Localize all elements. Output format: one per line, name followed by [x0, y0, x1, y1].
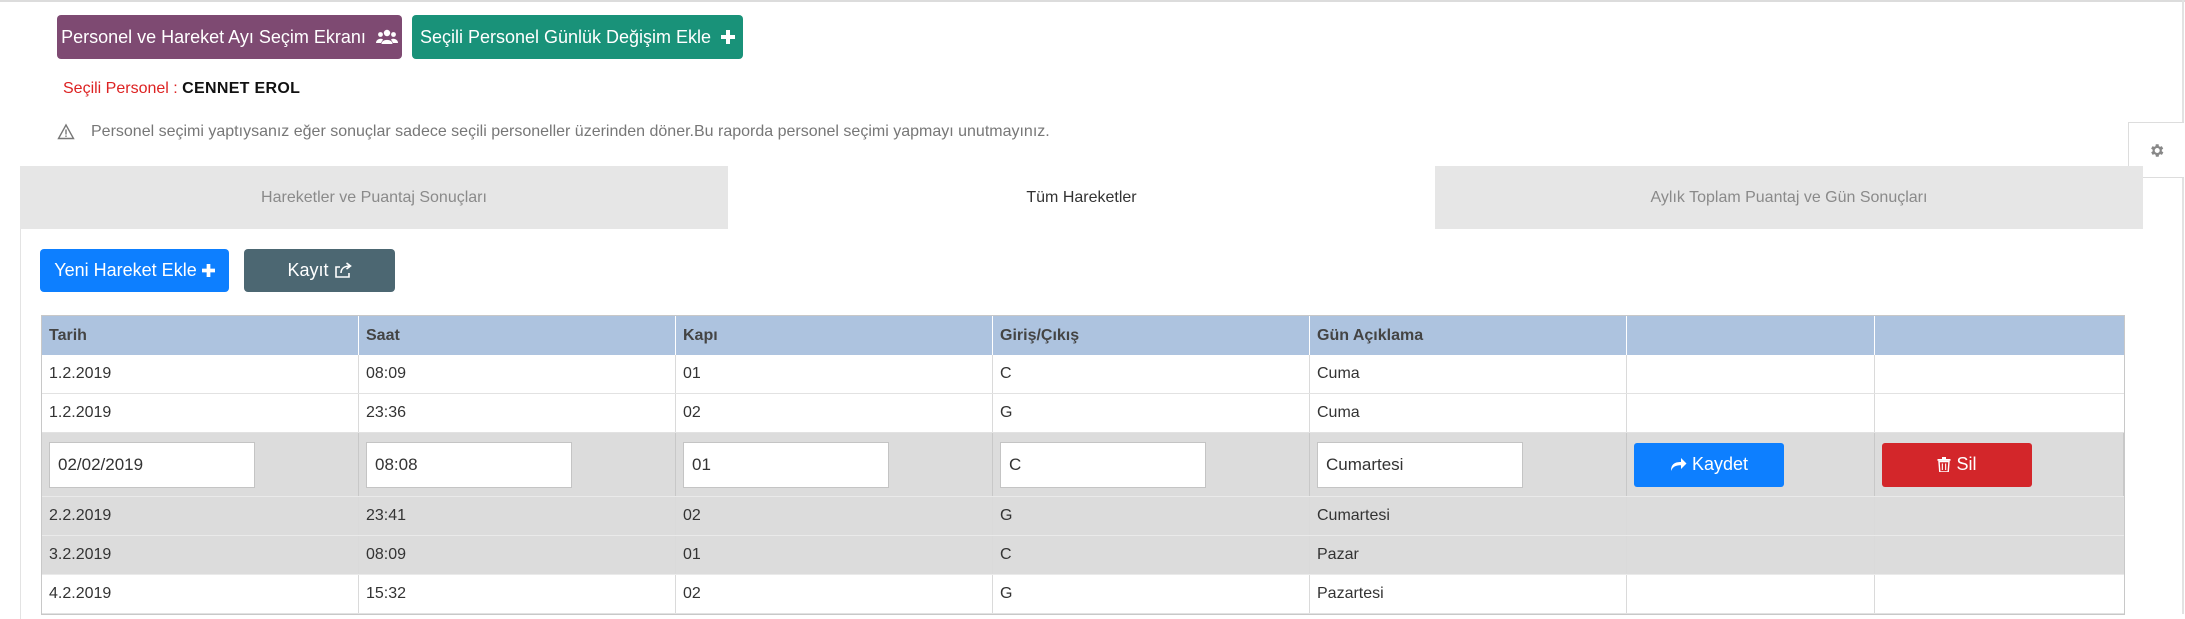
cell-giris-cikis: G	[993, 394, 1310, 432]
cell-saat: 23:36	[359, 394, 676, 432]
cell-empty	[1875, 394, 2124, 432]
tab-label: Tüm Hareketler	[1026, 188, 1137, 206]
column-header-gun-aciklama[interactable]: Gün Açıklama	[1310, 316, 1627, 355]
tab-hareketler-puantaj[interactable]: Hareketler ve Puantaj Sonuçları	[20, 166, 728, 229]
share-icon	[1670, 458, 1687, 471]
cell-delete: Sil	[1875, 433, 2124, 496]
export-button[interactable]: Kayıt	[244, 249, 395, 292]
cell-empty	[1627, 355, 1875, 393]
cell-saat	[359, 433, 676, 496]
cell-empty	[1875, 536, 2124, 574]
column-header-save	[1627, 316, 1875, 355]
table-row[interactable]: 1.2.2019 08:09 01 C Cuma	[42, 355, 2124, 394]
export-label: Kayıt	[287, 260, 329, 280]
table-row[interactable]: 4.2.2019 15:32 02 G Pazartesi	[42, 575, 2124, 614]
cell-tarih: 1.2.2019	[42, 394, 359, 432]
tarih-input[interactable]	[49, 441, 255, 488]
plus-icon	[201, 264, 215, 277]
cell-empty	[1627, 575, 1875, 613]
selected-personnel: Seçili Personel : CENNET EROL	[63, 80, 300, 98]
users-icon	[375, 29, 398, 44]
cell-kapi: 02	[676, 497, 993, 535]
cell-empty	[1627, 394, 1875, 432]
trash-icon	[1937, 457, 1951, 472]
saat-input[interactable]	[366, 441, 572, 488]
tab-label: Aylık Toplam Puantaj ve Gün Sonuçları	[1650, 188, 1928, 206]
cell-empty	[1627, 497, 1875, 535]
export-icon	[334, 262, 352, 278]
cell-gun-aciklama: Cumartesi	[1310, 497, 1627, 535]
cell-tarih: 1.2.2019	[42, 355, 359, 393]
cell-gun-aciklama: Pazar	[1310, 536, 1627, 574]
tab-tum-hareketler[interactable]: Tüm Hareketler	[728, 166, 1435, 229]
cell-tarih: 2.2.2019	[42, 497, 359, 535]
cell-gun-aciklama	[1310, 433, 1627, 496]
column-header-delete	[1875, 316, 2124, 355]
warning-message: Personel seçimi yaptıysanız eğer sonuçla…	[57, 123, 1050, 141]
cell-kapi: 01	[676, 355, 993, 393]
cell-saat: 15:32	[359, 575, 676, 613]
table-row[interactable]: 1.2.2019 23:36 02 G Cuma	[42, 394, 2124, 433]
gear-icon	[2151, 143, 2164, 157]
cell-gun-aciklama: Cuma	[1310, 355, 1627, 393]
column-header-tarih[interactable]: Tarih	[42, 316, 359, 355]
cell-empty	[1875, 575, 2124, 613]
selected-personnel-label: Seçili Personel :	[63, 80, 178, 97]
cell-save: Kaydet	[1627, 433, 1875, 496]
table-header-row: Tarih Saat Kapı Giriş/Çıkış Gün Açıklama	[42, 316, 2124, 355]
tab-label: Hareketler ve Puantaj Sonuçları	[261, 188, 487, 206]
table-row[interactable]: 3.2.2019 08:09 01 C Pazar	[42, 536, 2124, 575]
cell-gun-aciklama: Pazartesi	[1310, 575, 1627, 613]
kapi-input[interactable]	[683, 441, 889, 488]
cell-giris-cikis: G	[993, 497, 1310, 535]
cell-giris-cikis	[993, 433, 1310, 496]
column-header-giris-cikis[interactable]: Giriş/Çıkış	[993, 316, 1310, 355]
personel-selection-label: Personel ve Hareket Ayı Seçim Ekranı	[61, 26, 366, 47]
delete-label: Sil	[1956, 454, 1977, 474]
column-header-kapi[interactable]: Kapı	[676, 316, 993, 355]
tab-aylik-toplam[interactable]: Aylık Toplam Puantaj ve Gün Sonuçları	[1435, 166, 2143, 229]
warning-icon	[57, 123, 75, 140]
cell-kapi: 02	[676, 575, 993, 613]
personel-selection-button[interactable]: Personel ve Hareket Ayı Seçim Ekranı	[57, 15, 402, 59]
add-movement-label: Yeni Hareket Ekle	[54, 260, 197, 280]
gun-aciklama-input[interactable]	[1317, 441, 1523, 488]
cell-saat: 23:41	[359, 497, 676, 535]
movements-table: Tarih Saat Kapı Giriş/Çıkış Gün Açıklama…	[41, 315, 2125, 615]
cell-tarih: 3.2.2019	[42, 536, 359, 574]
table-edit-row: Kaydet Sil	[42, 433, 2124, 497]
plus-icon	[721, 30, 736, 44]
delete-button[interactable]: Sil	[1882, 442, 2032, 487]
add-daily-change-label: Seçili Personel Günlük Değişim Ekle	[419, 26, 712, 47]
top-border	[0, 0, 2185, 2]
cell-saat: 08:09	[359, 355, 676, 393]
cell-tarih	[42, 433, 359, 496]
cell-gun-aciklama: Cuma	[1310, 394, 1627, 432]
warning-text: Personel seçimi yaptıysanız eğer sonuçla…	[91, 123, 1050, 140]
cell-tarih: 4.2.2019	[42, 575, 359, 613]
cell-empty	[1875, 355, 2124, 393]
column-header-saat[interactable]: Saat	[359, 316, 676, 355]
cell-empty	[1875, 497, 2124, 535]
right-border	[2182, 0, 2184, 614]
tab-bar: Hareketler ve Puantaj Sonuçları Tüm Hare…	[20, 166, 2143, 229]
save-button[interactable]: Kaydet	[1634, 442, 1784, 487]
cell-empty	[1627, 536, 1875, 574]
cell-saat: 08:09	[359, 536, 676, 574]
giris-cikis-input[interactable]	[1000, 441, 1206, 488]
cell-kapi	[676, 433, 993, 496]
cell-giris-cikis: C	[993, 355, 1310, 393]
add-daily-change-button[interactable]: Seçili Personel Günlük Değişim Ekle	[412, 15, 743, 59]
cell-kapi: 02	[676, 394, 993, 432]
cell-kapi: 01	[676, 536, 993, 574]
cell-giris-cikis: G	[993, 575, 1310, 613]
add-movement-button[interactable]: Yeni Hareket Ekle	[40, 249, 229, 292]
selected-personnel-name: CENNET EROL	[182, 80, 301, 97]
table-row[interactable]: 2.2.2019 23:41 02 G Cumartesi	[42, 497, 2124, 536]
save-label: Kaydet	[1691, 454, 1749, 474]
cell-giris-cikis: C	[993, 536, 1310, 574]
